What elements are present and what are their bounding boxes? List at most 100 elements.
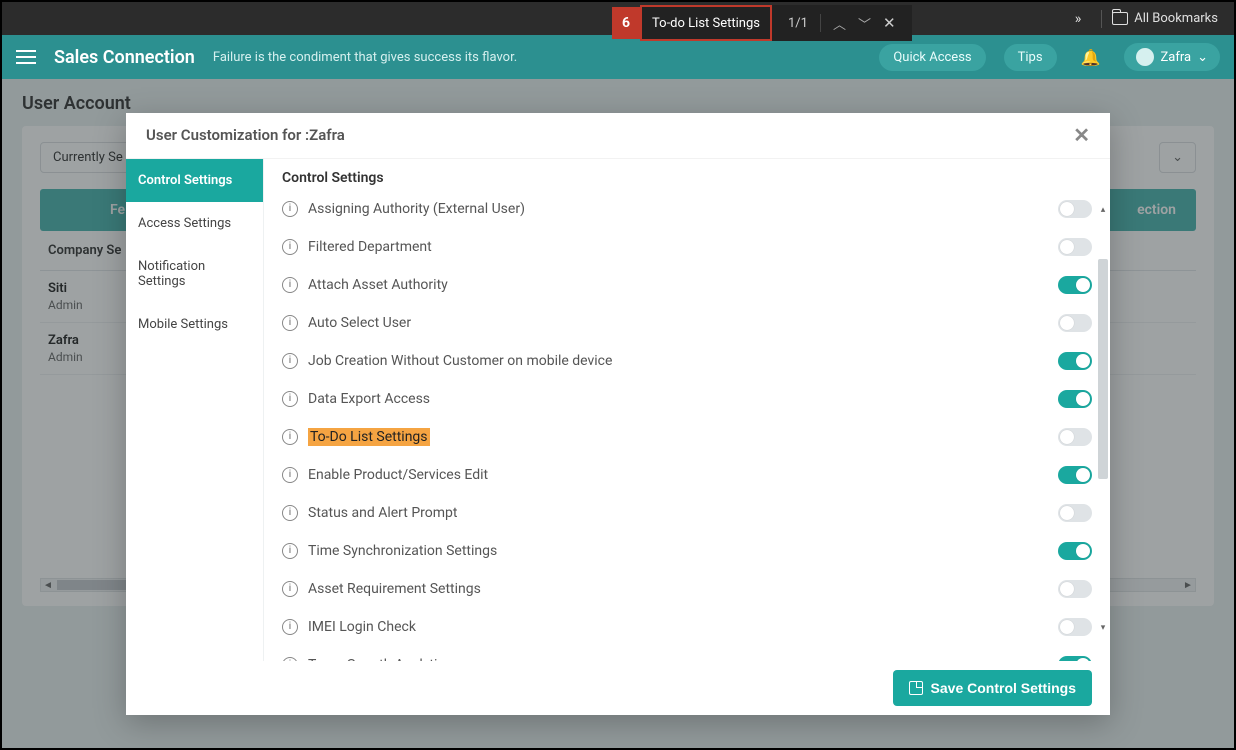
find-controls: 1/1 ︿ ﹀ ✕ bbox=[772, 5, 912, 41]
user-menu[interactable]: Zafra ⌄ bbox=[1124, 43, 1220, 71]
setting-toggle[interactable] bbox=[1058, 656, 1092, 661]
modal-header: User Customization for : Zafra ✕ bbox=[126, 113, 1110, 159]
tips-button[interactable]: Tips bbox=[1004, 44, 1057, 71]
setting-toggle[interactable] bbox=[1058, 200, 1092, 218]
setting-row: iAsset Requirement Settings bbox=[282, 570, 1104, 608]
info-icon[interactable]: i bbox=[282, 543, 298, 559]
info-icon[interactable]: i bbox=[282, 505, 298, 521]
side-tab-mobile-settings[interactable]: Mobile Settings bbox=[126, 303, 263, 346]
setting-toggle[interactable] bbox=[1058, 314, 1092, 332]
save-icon bbox=[909, 681, 923, 695]
setting-toggle[interactable] bbox=[1058, 428, 1092, 446]
menu-button[interactable] bbox=[16, 50, 36, 64]
setting-toggle[interactable] bbox=[1058, 390, 1092, 408]
setting-row: i Data Export Access bbox=[282, 380, 1104, 418]
setting-label: Time Synchronization Settings bbox=[308, 543, 1058, 559]
setting-label: To-Do List Settings bbox=[308, 428, 430, 446]
setting-toggle[interactable] bbox=[1058, 466, 1092, 484]
scroll-thumb[interactable] bbox=[1098, 259, 1108, 479]
user-name: Zafra bbox=[1160, 50, 1191, 65]
scroll-up-arrow[interactable]: ▴ bbox=[1098, 205, 1108, 215]
find-input[interactable]: To-do List Settings bbox=[640, 5, 772, 41]
setting-row: i Enable Product/Services Edit bbox=[282, 456, 1104, 494]
bell-icon[interactable]: 🔔 bbox=[1081, 48, 1101, 67]
setting-label: Data Export Access bbox=[308, 391, 1058, 407]
avatar-icon bbox=[1136, 48, 1154, 66]
chevrons-icon[interactable]: » bbox=[1075, 11, 1082, 27]
modal-close-button[interactable]: ✕ bbox=[1073, 123, 1090, 147]
info-icon[interactable]: i bbox=[282, 619, 298, 635]
setting-row: i Job Creation Without Customer on mobile… bbox=[282, 342, 1104, 380]
find-query-text: To-do List Settings bbox=[652, 16, 760, 31]
side-tab-access-settings[interactable]: Access Settings bbox=[126, 202, 263, 245]
info-icon[interactable]: i bbox=[282, 277, 298, 293]
setting-row: i Time Synchronization Settings bbox=[282, 532, 1104, 570]
setting-toggle[interactable] bbox=[1058, 238, 1092, 256]
info-icon[interactable]: i bbox=[282, 581, 298, 597]
find-bar: 6 To-do List Settings 1/1 ︿ ﹀ ✕ bbox=[612, 5, 912, 41]
setting-row: i Team Growth Analytics bbox=[282, 646, 1104, 661]
divider bbox=[820, 14, 821, 32]
info-icon[interactable]: i bbox=[282, 239, 298, 255]
setting-row: i Status and Alert Prompt bbox=[282, 494, 1104, 532]
setting-row: i IMEI Login Check bbox=[282, 608, 1104, 646]
settings-scrollbar[interactable]: ▴ ▾ bbox=[1098, 219, 1108, 619]
setting-row: i Auto Select User bbox=[282, 304, 1104, 342]
find-prev-button[interactable]: ︿ bbox=[833, 14, 846, 33]
divider bbox=[1101, 10, 1102, 28]
scroll-down-arrow[interactable]: ▾ bbox=[1098, 623, 1108, 633]
info-icon[interactable]: i bbox=[282, 467, 298, 483]
chevron-down-icon: ⌄ bbox=[1197, 50, 1208, 65]
setting-label: Auto Select User bbox=[308, 315, 1058, 331]
setting-toggle[interactable] bbox=[1058, 352, 1092, 370]
setting-toggle[interactable] bbox=[1058, 580, 1092, 598]
setting-toggle[interactable] bbox=[1058, 618, 1092, 636]
info-icon[interactable]: i bbox=[282, 353, 298, 369]
all-bookmarks-label: All Bookmarks bbox=[1134, 11, 1218, 26]
info-icon[interactable]: i bbox=[282, 201, 298, 217]
settings-panel: Control Settings i Assigning Authority (E… bbox=[264, 159, 1110, 661]
find-step-badge: 6 bbox=[612, 7, 640, 39]
page: User Account Currently Se ⌄ Fe ection Co… bbox=[2, 79, 1234, 748]
quick-access-button[interactable]: Quick Access bbox=[879, 44, 985, 71]
setting-row: i Attach Asset Authority bbox=[282, 266, 1104, 304]
all-bookmarks-button[interactable]: All Bookmarks bbox=[1112, 11, 1218, 26]
setting-label: Status and Alert Prompt bbox=[308, 505, 1058, 521]
save-control-settings-button[interactable]: Save Control Settings bbox=[893, 670, 1092, 706]
side-tab-control-settings[interactable]: Control Settings bbox=[126, 159, 263, 202]
setting-label: Filtered Department bbox=[308, 239, 1058, 255]
panel-title: Control Settings bbox=[264, 159, 1110, 190]
modal-overlay: User Customization for : Zafra ✕ Control… bbox=[2, 79, 1234, 748]
setting-label: IMEI Login Check bbox=[308, 619, 1058, 635]
modal-side-tabs: Control SettingsAccess SettingsNotificat… bbox=[126, 159, 264, 661]
setting-label: Job Creation Without Customer on mobile … bbox=[308, 353, 1058, 369]
find-count: 1/1 bbox=[788, 16, 808, 31]
setting-row: i To-Do List Settings bbox=[282, 418, 1104, 456]
folder-icon bbox=[1112, 12, 1128, 25]
setting-row: i Filtered Department bbox=[282, 228, 1104, 266]
find-next-button[interactable]: ﹀ bbox=[858, 14, 871, 33]
side-tab-notification-settings[interactable]: Notification Settings bbox=[126, 245, 263, 303]
modal-title-prefix: User Customization for : bbox=[146, 126, 309, 144]
info-icon[interactable]: i bbox=[282, 391, 298, 407]
tagline: Failure is the condiment that gives succ… bbox=[213, 50, 517, 65]
setting-toggle[interactable] bbox=[1058, 276, 1092, 294]
find-close-button[interactable]: ✕ bbox=[883, 14, 896, 32]
info-icon[interactable]: i bbox=[282, 429, 298, 445]
setting-toggle[interactable] bbox=[1058, 504, 1092, 522]
setting-label: Attach Asset Authority bbox=[308, 277, 1058, 293]
modal-title-user: Zafra bbox=[309, 126, 345, 144]
setting-row: i Assigning Authority (External User) bbox=[282, 190, 1104, 228]
setting-label: Assigning Authority (External User) bbox=[308, 201, 1058, 217]
info-icon[interactable]: i bbox=[282, 657, 298, 661]
setting-label: Enable Product/Services Edit bbox=[308, 467, 1058, 483]
modal-footer: Save Control Settings bbox=[126, 661, 1110, 715]
setting-label: Team Growth Analytics bbox=[308, 657, 1058, 661]
save-button-label: Save Control Settings bbox=[931, 680, 1076, 696]
brand-title: Sales Connection bbox=[54, 47, 195, 68]
info-icon[interactable]: i bbox=[282, 315, 298, 331]
app-header: Sales Connection Failure is the condimen… bbox=[2, 35, 1234, 79]
setting-toggle[interactable] bbox=[1058, 542, 1092, 560]
user-customization-modal: User Customization for : Zafra ✕ Control… bbox=[126, 113, 1110, 715]
settings-list: i Assigning Authority (External User) i Fil… bbox=[264, 190, 1110, 661]
